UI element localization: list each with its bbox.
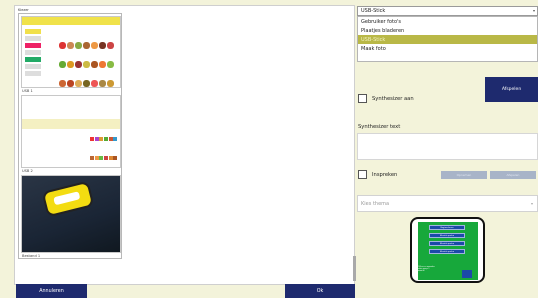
source-selected-value: USB-Stick <box>361 8 386 14</box>
theme-placeholder: Kies thema <box>361 201 390 207</box>
preview-logo <box>462 270 472 278</box>
source-select[interactable]: USB-Stick ▾ <box>357 6 538 16</box>
thumbnail-caption: USB 1 <box>22 89 33 93</box>
record-checkbox[interactable] <box>358 170 367 179</box>
source-option-take-photo[interactable]: Maak foto <box>358 44 537 53</box>
ok-button[interactable]: Ok <box>285 284 355 298</box>
chooser-title: Kiezer <box>18 8 29 12</box>
theme-select[interactable]: Kies thema ▾ <box>357 195 538 212</box>
record-play-button[interactable]: Afspelen <box>490 171 536 179</box>
play-button[interactable]: Afspelen <box>485 77 538 102</box>
cancel-button[interactable]: Annuleren <box>16 284 87 298</box>
record-label: Inspreken <box>372 172 398 178</box>
preview-screen: Beginscherm Muziek spelen Muziek spelen … <box>418 222 478 280</box>
preview-button: Muziek spelen <box>429 249 465 254</box>
preview-button: Muziek spelen <box>429 233 465 238</box>
thumb-banner <box>22 17 120 25</box>
preview-button: Muziek spelen <box>429 241 465 246</box>
synthesizer-label: Synthesizer aan <box>372 96 414 102</box>
thumbnail-caption: Bestand 1 <box>22 254 41 258</box>
theme-preview: Beginscherm Muziek spelen Muziek spelen … <box>410 217 485 283</box>
chevron-down-icon: ▾ <box>530 201 533 206</box>
thumbnail-usb1[interactable] <box>21 16 121 88</box>
thumb-image-grid <box>58 34 120 87</box>
yellow-tag <box>41 180 95 218</box>
image-chooser-panel: Kiezer USB 1 USB 2 Bestand 1 <box>14 5 356 285</box>
synthesizer-text-label: Synthesizer text <box>358 124 401 130</box>
vertical-scrollbar[interactable] <box>353 256 356 281</box>
record-button[interactable]: Opnemen <box>441 171 487 179</box>
preview-footer: Cijfers en woorden voor groep 1 www.nl <box>418 266 452 275</box>
thumb-image-grid <box>90 126 120 160</box>
source-option-usb[interactable]: USB-Stick <box>358 35 537 44</box>
app-window: Kiezer USB 1 USB 2 Bestand 1 USB-Stick ▾… <box>0 0 538 298</box>
source-option-user-photos[interactable]: Gebruiker foto's <box>358 17 537 26</box>
preview-footer-line: www.nl <box>418 270 425 273</box>
thumbnail-caption: USB 2 <box>22 169 33 173</box>
synthesizer-checkbox[interactable] <box>358 94 367 103</box>
bag-photo <box>22 176 120 252</box>
source-option-browse-images[interactable]: Plaatjes bladeren <box>358 26 537 35</box>
synthesizer-text-input[interactable] <box>357 133 538 160</box>
thumbnail-photo[interactable] <box>21 175 121 253</box>
chevron-down-icon: ▾ <box>532 8 535 13</box>
source-options-list[interactable]: Gebruiker foto's Plaatjes bladeren USB-S… <box>357 16 538 62</box>
preview-button: Beginscherm <box>429 225 465 230</box>
thumbnail-usb2[interactable] <box>21 95 121 168</box>
thumb-sidebar <box>25 29 41 85</box>
thumbnail-list[interactable]: USB 1 USB 2 Bestand 1 <box>18 13 122 259</box>
